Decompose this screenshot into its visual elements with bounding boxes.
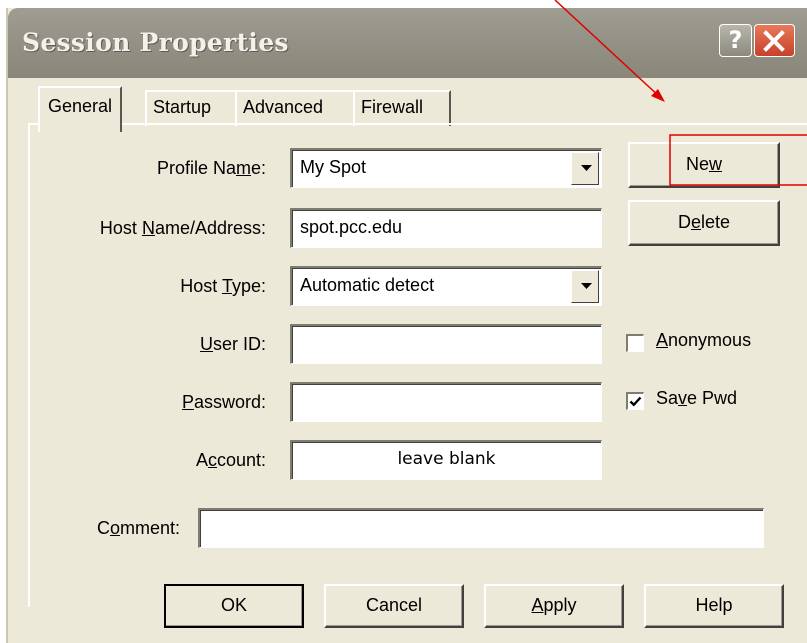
save-pwd-label: Save Pwd — [656, 388, 738, 408]
password-label: Password: — [181, 392, 266, 412]
session-properties-dialog: Session Properties ? General Startup Adv… — [6, 8, 807, 643]
close-icon — [763, 30, 785, 52]
chevron-down-icon — [581, 283, 592, 289]
save-pwd-checkbox[interactable] — [626, 392, 644, 410]
host-type-label: Host Type: — [180, 276, 266, 296]
host-type-value: Automatic detect — [300, 275, 435, 295]
close-button[interactable] — [754, 24, 795, 57]
profile-name-dropdown-button[interactable] — [571, 152, 599, 185]
user-id-label: User ID: — [199, 334, 266, 354]
profile-name-value: My Spot — [300, 157, 367, 177]
profile-name-combo[interactable]: My Spot — [290, 148, 602, 188]
window-title: Session Properties — [22, 28, 289, 57]
anonymous-label: Anonymous — [656, 330, 752, 350]
tab-advanced[interactable]: Advanced — [235, 90, 355, 126]
host-name-label: Host Name/Address: — [99, 218, 266, 238]
title-bar[interactable]: Session Properties ? — [8, 8, 807, 78]
chevron-down-icon — [581, 165, 592, 171]
comment-input[interactable] — [198, 508, 764, 548]
user-id-input[interactable] — [290, 324, 602, 364]
new-button[interactable]: New — [628, 142, 780, 188]
host-type-dropdown-button[interactable] — [571, 270, 599, 303]
tab-startup[interactable]: Startup — [145, 90, 237, 126]
question-mark-icon: ? — [728, 26, 743, 54]
help-caption-button[interactable]: ? — [719, 24, 752, 57]
host-name-input[interactable]: spot.pcc.edu — [290, 208, 602, 248]
account-input[interactable]: leave blank — [290, 440, 602, 480]
apply-button[interactable]: Apply — [484, 584, 624, 628]
checkmark-icon — [629, 396, 642, 407]
profile-name-label: Profile Name: — [156, 158, 266, 178]
delete-button[interactable]: Delete — [628, 200, 780, 246]
tab-firewall[interactable]: Firewall — [353, 90, 451, 126]
password-input[interactable] — [290, 382, 602, 422]
anonymous-checkbox[interactable] — [626, 334, 644, 352]
cancel-button[interactable]: Cancel — [324, 584, 464, 628]
host-type-combo[interactable]: Automatic detect — [290, 266, 602, 306]
comment-label: Comment: — [96, 518, 180, 538]
help-button[interactable]: Help — [644, 584, 784, 628]
ok-button[interactable]: OK — [164, 584, 304, 628]
account-label: Account: — [195, 450, 266, 470]
tab-general[interactable]: General — [38, 86, 123, 132]
